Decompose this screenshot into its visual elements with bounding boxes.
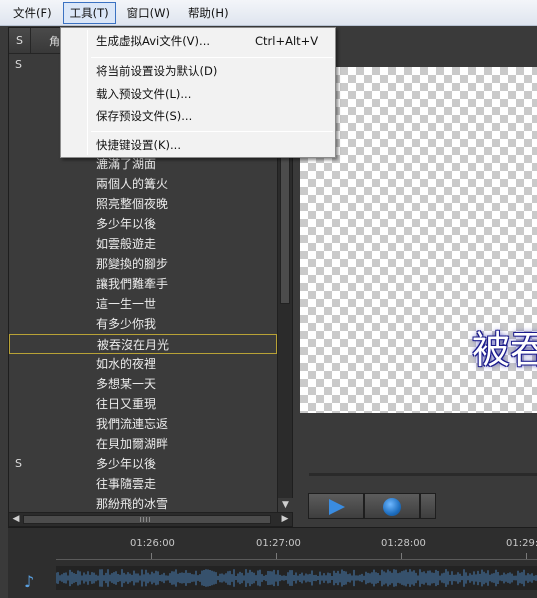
menu-window[interactable]: 窗口(W) [120, 2, 177, 24]
scroll-right-arrow-icon[interactable]: ▶ [278, 513, 292, 526]
lyric-text: 如雲般遊走 [96, 237, 157, 251]
list-item[interactable]: 讓我們難牽手 [9, 274, 277, 294]
play-icon [329, 499, 345, 515]
menu-item-generate-avi[interactable]: 生成虚拟Avi文件(V)... Ctrl+Alt+V [63, 30, 333, 52]
lyric-text: 照亮整個夜晚 [96, 197, 169, 211]
lyric-text: 被吞沒在月光 [97, 338, 170, 352]
menu-separator [91, 57, 333, 58]
list-item[interactable]: S 多少年以後 [9, 454, 277, 474]
menu-separator [91, 131, 333, 132]
list-item[interactable]: 多少年以後 [9, 214, 277, 234]
horizontal-scrollbar[interactable]: ◀ ▶ [9, 512, 292, 526]
list-item[interactable]: 在貝加爾湖畔 [9, 434, 277, 454]
playback-controls [308, 493, 436, 519]
list-item[interactable]: 如雲般遊走 [9, 234, 277, 254]
tick-label: 01:26:00 [130, 538, 175, 549]
list-item[interactable]: 有多少你我 [9, 314, 277, 334]
menu-help[interactable]: 帮助(H) [181, 2, 236, 24]
lyric-text: 往日又重現 [96, 397, 157, 411]
tools-menu: 生成虚拟Avi文件(V)... Ctrl+Alt+V 将当前设置设为默认(D) … [60, 27, 336, 158]
lyric-text: 有多少你我 [96, 317, 157, 331]
menu-item-shortcut: Ctrl+Alt+V [255, 34, 319, 48]
list-item[interactable]: 如水的夜裡 [9, 354, 277, 374]
scrollbar-thumb[interactable] [280, 134, 290, 304]
menu-item-label: 快捷键设置(K)... [96, 138, 181, 152]
column-header-role[interactable]: 角 [31, 33, 60, 49]
column-header-s[interactable]: S [9, 28, 31, 53]
list-item[interactable]: 我們流連忘返 [9, 414, 277, 434]
menu-item-label: 生成虚拟Avi文件(V)... [96, 34, 210, 48]
lyric-text: 往事隨雲走 [96, 477, 157, 491]
menu-tools[interactable]: 工具(T) [62, 1, 116, 24]
tick-label: 01:27:00 [256, 538, 301, 549]
lyric-text: 讓我們難牽手 [96, 277, 169, 291]
lyric-text: 多少年以後 [96, 217, 157, 231]
scrollbar-thumb[interactable] [23, 515, 271, 524]
menu-file[interactable]: 文件(F) [6, 2, 59, 24]
audio-waveform-track[interactable] [56, 566, 537, 590]
list-item[interactable]: 被吞沒在月光 [9, 334, 277, 354]
lyric-text: 兩個人的篝火 [96, 177, 169, 191]
menu-item-load-preset[interactable]: 载入预设文件(L)... [63, 83, 333, 105]
menu-item-label: 载入预设文件(L)... [96, 87, 192, 101]
tick-mark [276, 553, 277, 559]
lyric-text: 如水的夜裡 [96, 357, 157, 371]
menu-item-shortcut-settings[interactable]: 快捷键设置(K)... [63, 134, 333, 156]
lyric-text: 在貝加爾湖畔 [96, 437, 169, 451]
tick-label: 01:28:00 [381, 538, 426, 549]
time-ruler[interactable]: 01:26:00 01:27:00 01:28:00 01:29: [56, 534, 537, 560]
lyric-text: 多想某一天 [96, 377, 157, 391]
list-item[interactable]: 往事隨雲走 [9, 474, 277, 494]
lyric-text: 那變換的腳步 [96, 257, 169, 271]
tick-mark [401, 553, 402, 559]
grip-icon [140, 517, 150, 522]
list-item[interactable]: 那紛飛的冰雪 [9, 494, 277, 514]
menu-item-set-default[interactable]: 将当前设置设为默认(D) [63, 60, 333, 82]
list-item[interactable]: 那變換的腳步 [9, 254, 277, 274]
tick-mark [151, 553, 152, 559]
tick-label: 01:29: [506, 538, 537, 549]
style-marker: S [15, 58, 22, 71]
audio-track-icon: ♪ [24, 572, 35, 591]
list-item[interactable]: 照亮整個夜晚 [9, 194, 277, 214]
style-marker: S [15, 457, 22, 470]
list-item[interactable]: 多想某一天 [9, 374, 277, 394]
menu-item-save-preset[interactable]: 保存预设文件(S)... [63, 105, 333, 127]
menu-item-label: 将当前设置设为默认(D) [96, 64, 218, 78]
scroll-left-arrow-icon[interactable]: ◀ [9, 513, 23, 526]
timeline: 01:26:00 01:27:00 01:28:00 01:29: ♪ [8, 527, 537, 598]
play-button[interactable] [308, 493, 364, 519]
menu-bar: 文件(F) 工具(T) 窗口(W) 帮助(H) [0, 0, 537, 26]
lyric-text: 這一生一世 [96, 297, 157, 311]
control-spacer [420, 493, 436, 519]
record-button[interactable] [364, 493, 420, 519]
record-icon [383, 498, 401, 516]
lyric-text: 多少年以後 [96, 457, 157, 471]
scroll-down-arrow-icon[interactable]: ▼ [278, 498, 293, 512]
waveform [56, 569, 537, 587]
menu-item-label: 保存预设文件(S)... [96, 109, 193, 123]
caption-preview: 被吞 [472, 328, 537, 372]
list-item[interactable]: 這一生一世 [9, 294, 277, 314]
tick-mark [526, 553, 527, 559]
lyric-text: 那紛飛的冰雪 [96, 497, 169, 511]
playback-progress-bar[interactable] [309, 473, 537, 476]
lyric-text: 我們流連忘返 [96, 417, 169, 431]
list-item[interactable]: 往日又重現 [9, 394, 277, 414]
list-item[interactable]: 兩個人的篝火 [9, 174, 277, 194]
